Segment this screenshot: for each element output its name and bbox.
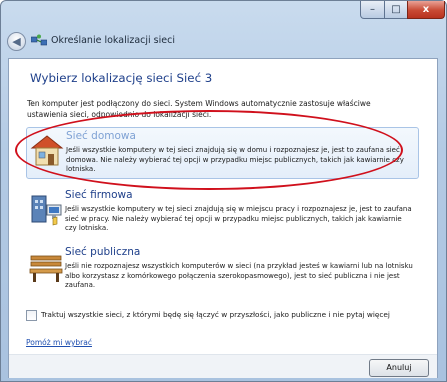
park-bench-icon [29,255,63,282]
option-home-network[interactable]: Sieć domowa Jeśli wszystkie komputery w … [26,127,419,179]
dialog-footer: Anuluj [9,354,437,378]
cancel-button[interactable]: Anuluj [369,359,429,377]
house-icon [30,135,64,166]
title-bar[interactable]: – □ x ◀ Określanie lokalizacji sieci [1,1,446,61]
option-title: Sieć domowa [66,130,136,142]
maximize-button[interactable]: □ [384,1,408,19]
treat-all-public-checkbox[interactable] [26,310,37,321]
dialog-window: – □ x ◀ Określanie lokalizacji sieci Wyb… [0,0,447,382]
option-title: Sieć publiczna [65,246,141,258]
treat-all-public-row[interactable]: Traktuj wszystkie sieci, z którymi będę … [26,309,436,323]
network-icon [31,34,47,46]
office-network-icon [31,195,62,226]
option-work-network[interactable]: Sieć firmowa Jeśli wszystkie komputery w… [26,187,419,239]
page-title: Wybierz lokalizację sieci Sieć 3 [30,71,213,85]
close-button[interactable]: x [407,1,445,19]
back-button[interactable]: ◀ [7,32,26,51]
content-area: Wybierz lokalizację sieci Sieć 3 Ten kom… [8,58,438,378]
option-public-network[interactable]: Sieć publiczna Jeśli nie rozpoznajesz ws… [26,244,419,296]
option-description: Jeśli wszystkie komputery w tej sieci zn… [65,205,412,232]
minimize-button[interactable]: – [360,1,385,19]
option-description: Jeśli wszystkie komputery w tej sieci zn… [66,146,404,173]
checkbox-label: Traktuj wszystkie sieci, z którymi będę … [41,310,390,319]
intro-text: Ten komputer jest podłączony do sieci. S… [27,99,371,119]
help-me-choose-link[interactable]: Pomóż mi wybrać [26,338,92,347]
back-arrow-icon: ◀ [12,35,21,48]
option-description: Jeśli nie rozpoznajesz wszystkich komput… [65,262,413,289]
window-title: Określanie lokalizacji sieci [51,35,175,46]
option-title: Sieć firmowa [65,189,133,201]
